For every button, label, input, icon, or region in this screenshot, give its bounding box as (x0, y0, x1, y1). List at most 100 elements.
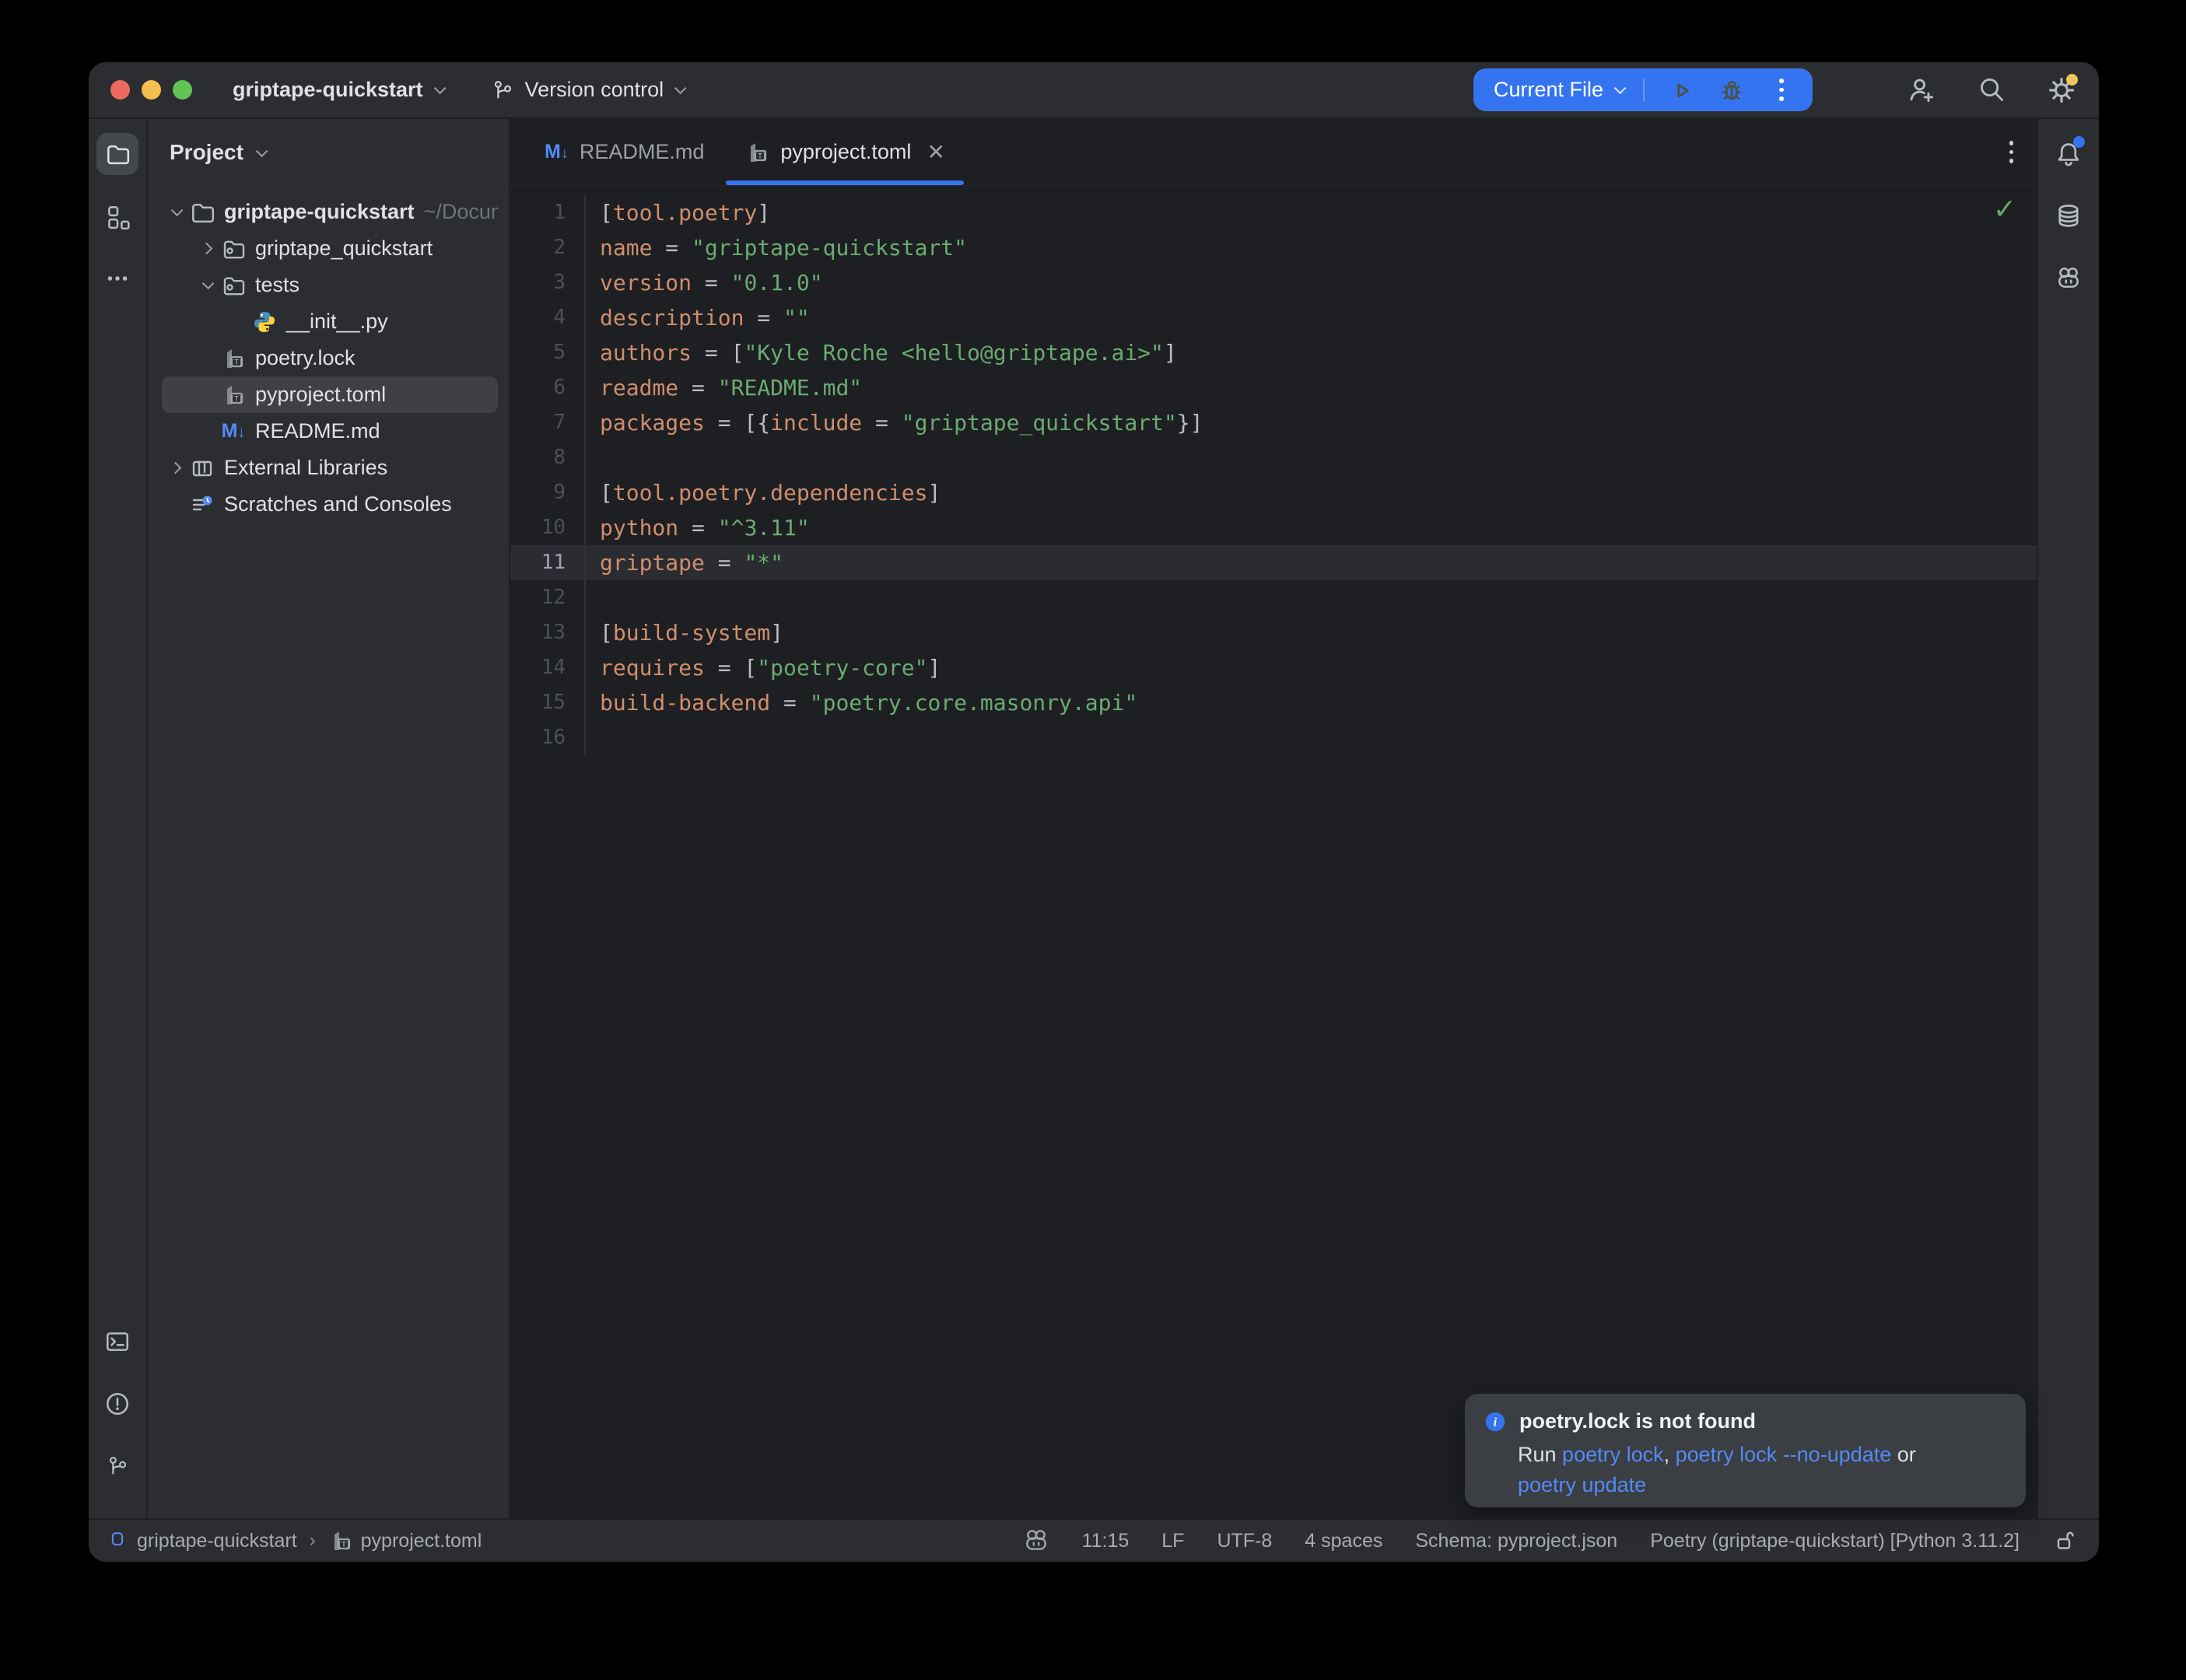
project-widget[interactable]: griptape-quickstart (233, 78, 443, 102)
info-icon: i (1484, 1410, 1507, 1433)
chevron-down-icon[interactable] (170, 205, 183, 217)
run-button[interactable] (1665, 73, 1699, 107)
code-editor[interactable]: ✓ 1[tool.poetry]2name = "griptape-quicks… (510, 186, 2037, 1518)
tree-item--init-py[interactable]: __init__.py (162, 303, 498, 340)
clock-status[interactable]: 11:15 (1082, 1530, 1130, 1552)
svg-text:[T]: [T] (338, 1542, 350, 1549)
editor-tab-pyproject-toml[interactable]: [T]pyproject.toml✕ (724, 119, 965, 185)
code-line-8[interactable]: 8 (510, 440, 2037, 475)
line-number: 1 (510, 195, 586, 230)
folder-icon (104, 141, 131, 167)
line-number: 15 (510, 685, 586, 720)
notification-link[interactable]: poetry lock (1562, 1443, 1664, 1466)
code-line-text: packages = [{include = "griptape_quickst… (586, 405, 1203, 440)
tree-item-griptape-quickstart[interactable]: griptape_quickstart (162, 230, 498, 267)
scratches-icon (190, 492, 215, 517)
project-tool-window: Project griptape-quickstart~/Documegript… (148, 119, 510, 1518)
code-line-10[interactable]: 10python = "^3.11" (510, 510, 2037, 545)
line-number: 14 (510, 650, 586, 685)
code-line-6[interactable]: 6readme = "README.md" (510, 370, 2037, 405)
code-line-1[interactable]: 1[tool.poetry] (510, 195, 2037, 230)
title-bar: griptape-quickstart Version control Curr… (89, 62, 2099, 119)
line-number: 11 (510, 545, 586, 580)
run-more-options-button[interactable] (1764, 73, 1799, 107)
project-panel-header[interactable]: Project (148, 119, 509, 186)
interpreter[interactable]: Poetry (griptape-quickstart) [Python 3.1… (1650, 1530, 2020, 1552)
close-tab-icon[interactable]: ✕ (927, 139, 944, 165)
encoding[interactable]: UTF-8 (1217, 1530, 1272, 1552)
code-line-text: [tool.poetry.dependencies] (586, 475, 941, 510)
notifications-button[interactable] (2048, 133, 2090, 175)
ai-assistant-status[interactable] (1023, 1528, 1049, 1554)
code-line-12[interactable]: 12 (510, 580, 2037, 615)
code-line-16[interactable]: 16 (510, 720, 2037, 755)
line-number: 7 (510, 405, 586, 440)
code-line-5[interactable]: 5authors = ["Kyle Roche <hello@griptape.… (510, 335, 2037, 370)
status-bar: griptape-quickstart›[T]pyproject.toml 11… (89, 1518, 2099, 1562)
vcs-widget[interactable]: Version control (491, 78, 684, 102)
chevron-down-icon[interactable] (201, 278, 214, 290)
notification-badge-dot (2073, 136, 2085, 148)
run-configuration-selector[interactable]: Current File (1494, 78, 1623, 102)
vcs-widget-label: Version control (525, 78, 664, 102)
database-icon (2055, 202, 2083, 230)
tree-item-external-libraries[interactable]: External Libraries (162, 450, 498, 486)
notification-link[interactable]: poetry update (1518, 1473, 1646, 1496)
add-user-button[interactable] (1904, 73, 1939, 107)
code-line-2[interactable]: 2name = "griptape-quickstart" (510, 230, 2037, 265)
structure-tool-button[interactable] (96, 195, 138, 237)
tree-item-griptape-quickstart[interactable]: griptape-quickstart~/Docume (162, 194, 498, 230)
main-area: Project griptape-quickstart~/Documegript… (89, 119, 2099, 1518)
indent[interactable]: 4 spaces (1305, 1530, 1382, 1552)
tree-item-label: Scratches and Consoles (224, 492, 452, 516)
kebab-menu-icon (2009, 141, 2014, 163)
notification-link[interactable]: poetry lock --no-update (1676, 1443, 1892, 1466)
tree-item-poetry-lock[interactable]: [T]poetry.lock (162, 340, 498, 376)
schema[interactable]: Schema: pyproject.json (1415, 1530, 1617, 1552)
ai-robot-icon (2055, 265, 2082, 292)
toml-file-icon: [T] (328, 1528, 353, 1553)
maximize-window-button[interactable] (173, 80, 192, 100)
problems-tool-button[interactable] (96, 1383, 138, 1425)
tree-item-pyproject-toml[interactable]: [T]pyproject.toml (162, 376, 498, 413)
code-line-14[interactable]: 14requires = ["poetry-core"] (510, 650, 2037, 685)
debug-button[interactable] (1715, 73, 1749, 107)
inspections-ok-icon[interactable]: ✓ (1993, 192, 2016, 227)
search-button[interactable] (1974, 73, 2009, 107)
tree-item-scratches-and-consoles[interactable]: Scratches and Consoles (162, 486, 498, 523)
ai-assistant-button[interactable] (2048, 257, 2090, 299)
chevron-right-icon[interactable] (169, 462, 181, 474)
code-line-13[interactable]: 13[build-system] (510, 615, 2037, 650)
line-ending[interactable]: LF (1161, 1530, 1184, 1552)
code-line-3[interactable]: 3version = "0.1.0" (510, 265, 2037, 300)
write-access[interactable] (2052, 1528, 2077, 1553)
code-line-9[interactable]: 9[tool.poetry.dependencies] (510, 475, 2037, 510)
line-number: 16 (510, 720, 586, 755)
code-line-11[interactable]: 11griptape = "*" (510, 545, 2037, 580)
database-button[interactable] (2048, 195, 2090, 237)
code-line-15[interactable]: 15build-backend = "poetry.core.masonry.a… (510, 685, 2037, 720)
close-window-button[interactable] (110, 80, 130, 100)
code-line-text (586, 580, 600, 615)
tree-item-label: poetry.lock (255, 346, 356, 370)
terminal-tool-button[interactable] (96, 1321, 138, 1363)
status-bar-widgets: 11:15 LF UTF-8 4 spaces Schema: pyproject.js… (1023, 1528, 2077, 1554)
version-control-tool-button[interactable] (96, 1445, 138, 1487)
editor-tab-readme-md[interactable]: M↓README.md (524, 119, 724, 185)
library-icon (190, 456, 215, 481)
code-line-4[interactable]: 4description = "" (510, 300, 2037, 335)
settings-gear-button[interactable] (2044, 73, 2079, 107)
tree-item-tests[interactable]: tests (162, 267, 498, 303)
code-line-7[interactable]: 7packages = [{include = "griptape_quicks… (510, 405, 2037, 440)
chevron-right-icon[interactable] (200, 243, 212, 255)
tree-item-label: __init__.py (286, 310, 388, 334)
minimize-window-button[interactable] (142, 80, 161, 100)
breadcrumb-item-griptape-quickstart[interactable]: griptape-quickstart (109, 1530, 297, 1552)
kebab-menu-icon (1779, 79, 1784, 101)
tab-options-button[interactable] (2009, 141, 2014, 163)
active-tab-indicator (726, 180, 964, 185)
tree-item-readme-md[interactable]: M↓README.md (162, 413, 498, 450)
project-tool-button[interactable] (96, 133, 138, 175)
breadcrumb-item-pyproject-toml[interactable]: [T]pyproject.toml (328, 1528, 482, 1553)
more-tools-button[interactable] (96, 257, 138, 299)
